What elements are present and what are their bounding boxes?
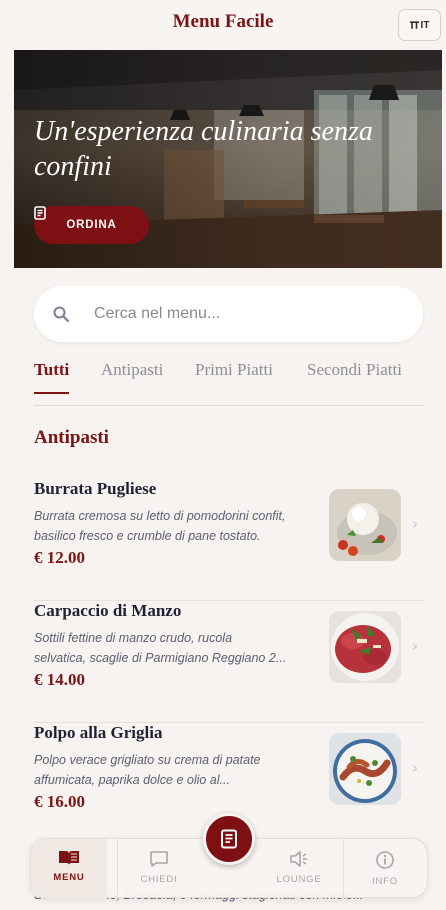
dish-item[interactable]: Carpaccio di Manzo Sottili fettine di ma… (34, 601, 424, 723)
category-tabs: Tutti Antipasti Primi Piatti Secondi Pia… (34, 360, 424, 406)
nav-info[interactable]: INFO (347, 839, 423, 899)
divider (343, 839, 344, 899)
dish-description: Sottili fettine di manzo crudo, rucola se… (34, 631, 287, 665)
nav-label: CHIEDI (140, 874, 178, 885)
chevron-right-icon: › (412, 759, 418, 777)
app-title: Menu Facile (172, 11, 274, 32)
hero-title: Un'esperienza culinaria senza confini (34, 116, 373, 182)
order-fab[interactable] (203, 813, 255, 865)
tab-primi-piatti[interactable]: Primi Piatti (195, 360, 273, 394)
translate-icon (409, 21, 419, 29)
nav-menu[interactable]: MENU (31, 839, 107, 899)
nav-label: INFO (372, 876, 398, 887)
dish-price: € 14.00 (34, 670, 85, 689)
tab-secondi-piatti[interactable]: Secondi Piatti (307, 360, 402, 394)
chevron-right-icon: › (412, 515, 418, 533)
search-icon (52, 305, 70, 323)
dish-price: € 12.00 (34, 548, 85, 567)
search-bar (34, 286, 423, 342)
dish-description: Burrata cremosa su letto di pomodorini c… (34, 509, 286, 543)
tab-tutti[interactable]: Tutti (34, 360, 70, 394)
chevron-right-icon: › (412, 637, 418, 655)
chat-icon (150, 851, 168, 867)
dish-price: € 16.00 (34, 792, 85, 811)
dish-name: Carpaccio di Manzo (34, 601, 182, 620)
dish-image (329, 489, 401, 561)
language-label: IT (420, 19, 430, 31)
receipt-icon (34, 206, 46, 220)
order-button[interactable]: ORDINA (34, 206, 149, 244)
book-icon (59, 851, 79, 865)
info-icon (376, 851, 394, 869)
nav-label: LOUNGE (276, 874, 322, 885)
nav-lounge[interactable]: LOUNGE (261, 839, 337, 899)
search-input[interactable] (94, 305, 374, 323)
order-button-label: ORDINA (66, 219, 117, 231)
dish-name: Polpo alla Griglia (34, 723, 163, 742)
section-title: Antipasti (34, 427, 109, 448)
dish-item[interactable]: Burrata Pugliese Burrata cremosa su lett… (34, 479, 424, 601)
dish-name: Burrata Pugliese (34, 479, 157, 498)
speaker-icon (290, 851, 307, 867)
receipt-icon (221, 829, 237, 849)
top-bar: Menu Facile IT (0, 0, 446, 48)
nav-chiedi[interactable]: CHIEDI (121, 839, 197, 899)
dish-description: Polpo verace grigliato su crema di patat… (34, 753, 261, 787)
language-button[interactable]: IT (398, 9, 441, 41)
dish-image (329, 733, 401, 805)
tab-antipasti[interactable]: Antipasti (101, 360, 163, 394)
nav-label: MENU (53, 872, 85, 883)
divider (117, 839, 118, 899)
hero-banner: Un'esperienza culinaria senza confini OR… (14, 50, 442, 268)
dish-image (329, 611, 401, 683)
